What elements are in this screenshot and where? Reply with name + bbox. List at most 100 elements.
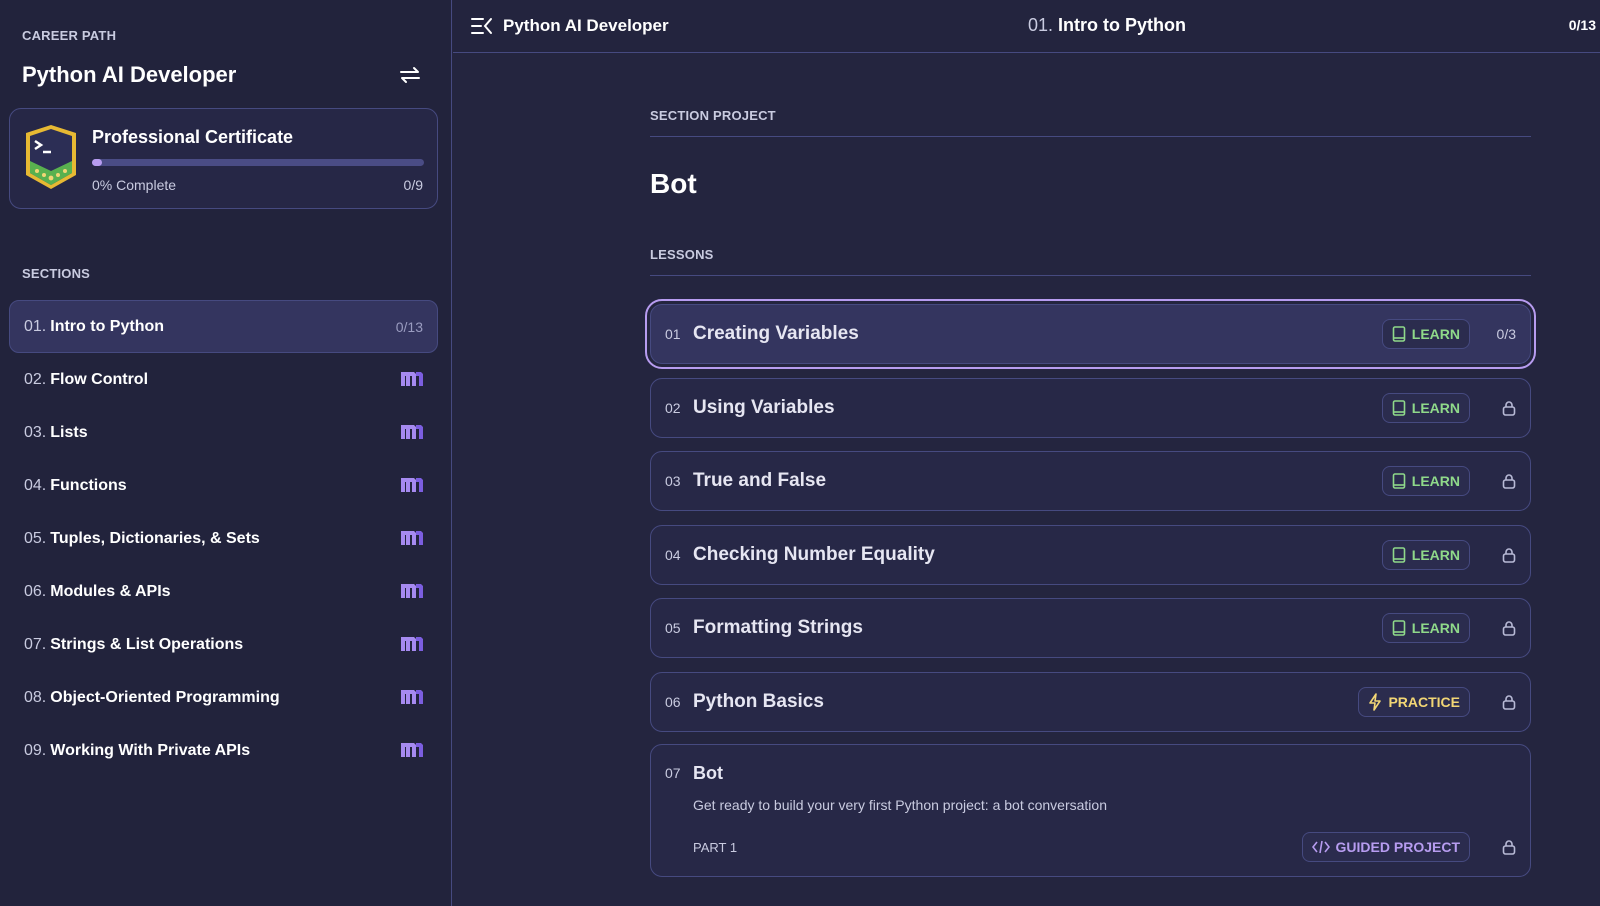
lesson-number: 04 — [665, 546, 681, 563]
section-module-icon — [401, 423, 423, 442]
book-icon — [1392, 399, 1406, 416]
lesson-number: 06 — [665, 693, 681, 710]
lesson-item[interactable]: 05 Formatting Strings LEARN — [650, 598, 1531, 658]
section-item[interactable]: 03. Lists — [9, 406, 438, 459]
lesson-number: 02 — [665, 399, 681, 416]
certificate-badge-icon — [26, 125, 76, 189]
header-title: Python AI Developer — [503, 16, 669, 35]
guided-project-button[interactable]: GUIDED PROJECT — [1301, 832, 1470, 862]
lesson-item-bot-project[interactable]: 07 Bot Get ready to build your very firs… — [650, 744, 1531, 877]
section-module-icon — [401, 688, 423, 707]
lesson-number: 01 — [665, 326, 681, 342]
lightning-icon — [1369, 692, 1382, 711]
lesson-number: 03 — [665, 473, 681, 489]
section-number: 02. — [24, 370, 47, 388]
lock-icon — [1470, 400, 1516, 416]
module-icon — [401, 637, 423, 651]
section-label: Tuples, Dictionaries, & Sets — [50, 529, 260, 547]
section-number: 01. — [24, 317, 47, 335]
lesson-item[interactable]: 03 True and False LEARN — [650, 451, 1531, 511]
main-content: SECTION PROJECT Bot LESSONS 01 Creating V… — [645, 0, 1536, 906]
section-module-icon — [401, 476, 423, 495]
lock-icon — [1470, 694, 1516, 710]
module-icon — [401, 425, 423, 439]
lesson-type-label: PRACTICE — [1388, 693, 1460, 710]
section-module-icon — [401, 741, 423, 760]
lesson-title: Creating Variables — [693, 323, 859, 344]
lock-icon — [1470, 839, 1516, 855]
lock-icon — [1470, 620, 1516, 636]
lesson-type-label: LEARN — [1411, 473, 1460, 489]
certificate-count: 0/9 — [403, 177, 423, 193]
lesson-description: Get ready to build your very first Pytho… — [693, 797, 1107, 813]
practice-button[interactable]: PRACTICE — [1358, 686, 1470, 717]
learn-button[interactable]: LEARN — [1381, 613, 1470, 643]
lesson-title: Python Basics — [693, 690, 824, 712]
section-label: Strings & List Operations — [50, 635, 244, 653]
lesson-item[interactable]: 04 Checking Number Equality LEARN — [650, 524, 1531, 585]
section-module-icon — [401, 635, 423, 654]
lesson-part: PART 1 — [693, 840, 738, 855]
lesson-number: 07 — [665, 765, 681, 781]
lesson-item[interactable]: 06 Python Basics PRACTICE — [650, 671, 1531, 732]
section-label: Object-Oriented Programming — [50, 688, 280, 706]
certificate-progress-bar — [92, 159, 424, 166]
lesson-title: Using Variables — [693, 396, 835, 418]
section-label: Functions — [50, 476, 127, 494]
section-module-icon — [401, 370, 423, 389]
sections-list: 01. Intro to Python 0/13 02. Flow Control 03.… — [9, 300, 438, 777]
section-label: Modules & APIs — [50, 582, 171, 600]
book-icon — [1392, 473, 1406, 489]
section-item[interactable]: 04. Functions — [9, 459, 438, 512]
learn-button[interactable]: LEARN — [1381, 539, 1470, 570]
section-item[interactable]: 09. Working With Private APIs — [9, 724, 438, 777]
book-icon — [1392, 620, 1406, 636]
section-number: 08. — [24, 688, 47, 706]
code-icon — [1311, 840, 1330, 854]
lesson-status: 0/3 — [1496, 326, 1516, 342]
sidebar: CAREER PATH Python AI Developer Professi… — [0, 0, 452, 906]
section-project-caption: SECTION PROJECT — [650, 108, 776, 123]
module-icon — [401, 743, 423, 757]
section-status: 0/13 — [395, 318, 423, 335]
lesson-item[interactable]: 02 Using Variables LEARN — [650, 377, 1531, 438]
section-label: Flow Control — [50, 370, 149, 388]
section-number: 05. — [24, 529, 47, 547]
section-number: 06. — [24, 582, 47, 600]
section-label: Lists — [50, 423, 88, 441]
career-path-caption: CAREER PATH — [22, 28, 117, 43]
module-icon — [401, 584, 423, 598]
section-item[interactable]: 01. Intro to Python 0/13 — [9, 300, 438, 353]
section-item[interactable]: 06. Modules & APIs — [9, 565, 438, 618]
certificate-progress-label: 0% Complete — [92, 177, 177, 193]
section-item[interactable]: 05. Tuples, Dictionaries, & Sets — [9, 512, 438, 565]
certificate-card[interactable]: Professional Certificate 0% Complete 0/9 — [9, 108, 438, 209]
section-item[interactable]: 08. Object-Oriented Programming — [9, 671, 438, 724]
lesson-type-label: LEARN — [1411, 620, 1460, 636]
section-item[interactable]: 02. Flow Control — [9, 353, 438, 406]
section-item[interactable]: 07. Strings & List Operations — [9, 618, 438, 671]
lock-icon — [1470, 473, 1516, 489]
learn-button[interactable]: LEARN — [1381, 466, 1470, 496]
certificate-title: Professional Certificate — [92, 127, 294, 147]
lesson-title: Checking Number Equality — [693, 543, 935, 565]
book-icon — [1392, 326, 1406, 342]
lesson-title: Formatting Strings — [693, 617, 863, 638]
switch-path-icon[interactable] — [398, 64, 422, 86]
learn-button[interactable]: LEARN — [1381, 392, 1470, 423]
learn-button[interactable]: LEARN — [1381, 319, 1470, 349]
lesson-type-label: LEARN — [1411, 326, 1460, 342]
collapse-menu-icon[interactable] — [470, 16, 494, 36]
module-icon — [401, 372, 423, 386]
section-number: 03. — [24, 423, 47, 441]
section-label: Working With Private APIs — [50, 741, 251, 759]
module-icon — [401, 690, 423, 704]
section-label: Intro to Python — [50, 317, 165, 335]
lesson-item[interactable]: 01 Creating Variables LEARN 0/3 — [645, 299, 1536, 369]
section-module-icon — [401, 529, 423, 548]
divider — [650, 275, 1531, 276]
section-number: 04. — [24, 476, 47, 494]
section-number: 09. — [24, 741, 47, 759]
lesson-type-label: LEARN — [1411, 399, 1460, 416]
career-path-title: Python AI Developer — [22, 62, 237, 87]
